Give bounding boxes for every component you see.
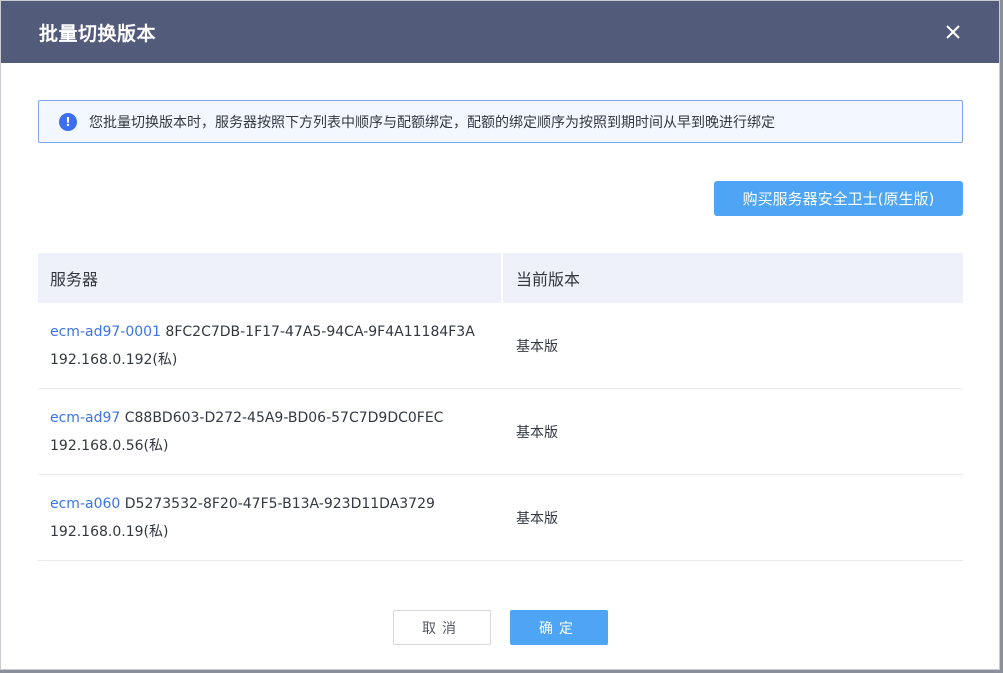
server-ip: 192.168.0.192(私) <box>50 351 178 368</box>
column-header-version: 当前版本 <box>501 253 963 303</box>
server-ip: 192.168.0.19(私) <box>50 523 169 540</box>
table-row: ecm-ad97-0001 8FC2C7DB-1F17-47A5-94CA-9F… <box>38 303 963 389</box>
version-cell: 基本版 <box>516 424 558 441</box>
version-cell: 基本版 <box>516 338 558 355</box>
server-cell: ecm-a060 D5273532-8F20-47F5-B13A-923D11D… <box>38 490 501 546</box>
version-cell: 基本版 <box>516 510 558 527</box>
server-id: C88BD603-D272-45A9-BD06-57C7D9DC0FEC <box>124 409 444 426</box>
server-cell: ecm-ad97-0001 8FC2C7DB-1F17-47A5-94CA-9F… <box>38 318 501 374</box>
server-name-link[interactable]: ecm-a060 <box>50 496 120 512</box>
buy-security-guard-button[interactable]: 购买服务器安全卫士(原生版) <box>714 181 963 216</box>
batch-switch-version-dialog: 批量切换版本 ! 您批量切换版本时，服务器按照下方列表中顺序与配额绑定，配额的绑… <box>0 0 1000 670</box>
close-icon[interactable] <box>943 22 963 42</box>
server-ip: 192.168.0.56(私) <box>50 437 169 454</box>
dialog-footer: 取消 确定 <box>1 610 999 646</box>
dialog-header: 批量切换版本 <box>1 1 999 63</box>
column-header-server: 服务器 <box>50 270 99 289</box>
server-table: 服务器 当前版本 ecm-ad97-0001 8FC2C7DB-1F17-47A… <box>38 253 963 561</box>
dialog-title: 批量切换版本 <box>39 22 157 45</box>
table-row: ecm-a060 D5273532-8F20-47F5-B13A-923D11D… <box>38 475 963 561</box>
notice-text: 您批量切换版本时，服务器按照下方列表中顺序与配额绑定，配额的绑定顺序为按照到期时… <box>89 114 775 131</box>
cancel-button[interactable]: 取消 <box>393 610 491 645</box>
server-name-link[interactable]: ecm-ad97-0001 <box>50 324 161 340</box>
table-header: 服务器 当前版本 <box>38 253 963 303</box>
info-icon: ! <box>59 112 77 131</box>
server-id: 8FC2C7DB-1F17-47A5-94CA-9F4A11184F3A <box>165 323 475 340</box>
table-row: ecm-ad97 C88BD603-D272-45A9-BD06-57C7D9D… <box>38 389 963 475</box>
server-cell: ecm-ad97 C88BD603-D272-45A9-BD06-57C7D9D… <box>38 404 501 460</box>
server-name-link[interactable]: ecm-ad97 <box>50 410 120 426</box>
server-id: D5273532-8F20-47F5-B13A-923D11DA3729 <box>124 495 435 512</box>
confirm-button[interactable]: 确定 <box>510 610 608 645</box>
notice-banner: ! 您批量切换版本时，服务器按照下方列表中顺序与配额绑定，配额的绑定顺序为按照到… <box>38 100 963 143</box>
